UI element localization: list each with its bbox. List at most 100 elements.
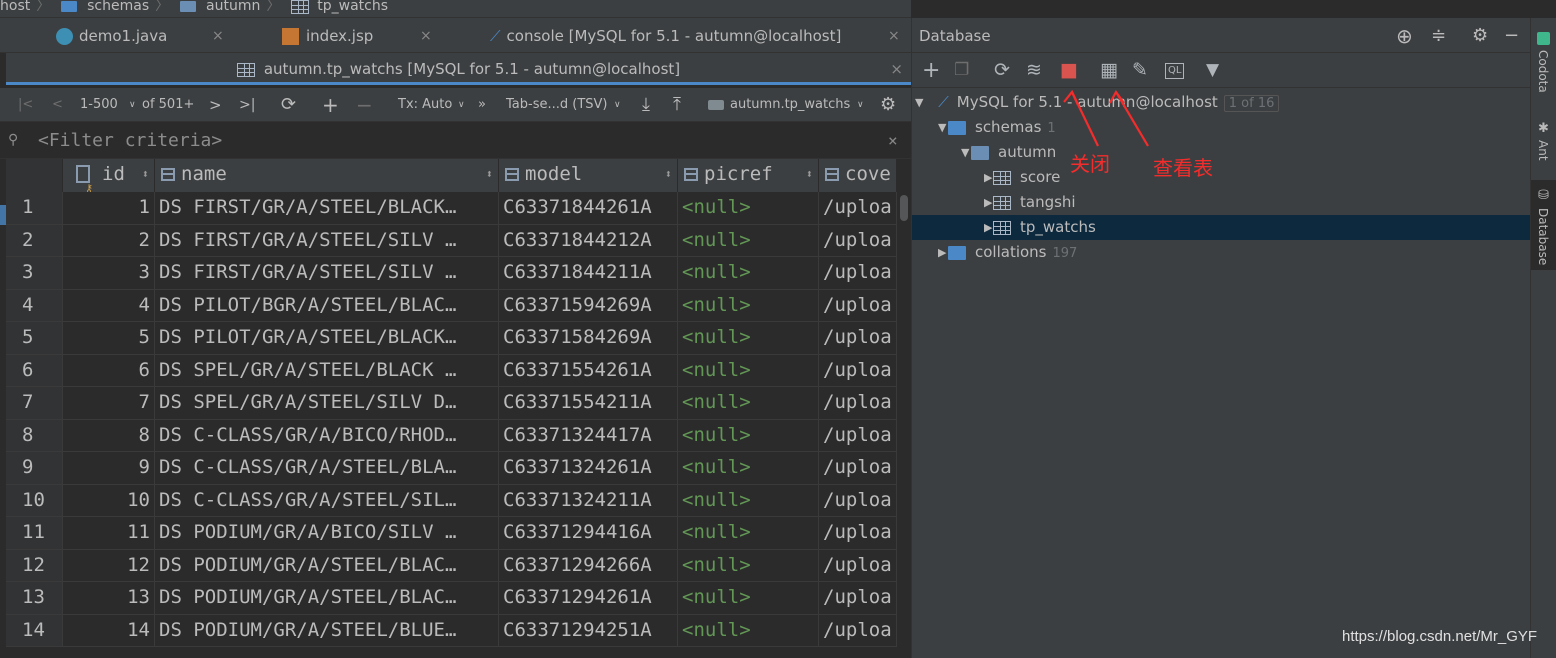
cell-name[interactable]: DS C-CLASS/GR/A/STEEL/BLA…	[155, 452, 499, 485]
cell-cover[interactable]: /uploa	[819, 582, 897, 615]
cell-id[interactable]: 12	[63, 549, 155, 582]
breadcrumb-autumn[interactable]: autumn	[206, 0, 260, 13]
table-row[interactable]: 4 4 DS PILOT/BGR/A/STEEL/BLAC… C63371594269…	[6, 289, 897, 322]
table-row[interactable]: 1 1 DS FIRST/GR/A/STEEL/BLACK… C63371844261…	[6, 192, 897, 225]
cell-cover[interactable]: /uploa	[819, 192, 897, 225]
download-icon[interactable]: ⤓	[642, 88, 650, 122]
row-number[interactable]: 1	[6, 192, 63, 225]
tree-node-collations[interactable]: ▶ collations 197	[938, 240, 1077, 265]
cell-model[interactable]: C63371324211A	[499, 484, 678, 517]
cell-model[interactable]: C63371294266A	[499, 549, 678, 582]
add-icon[interactable]: +	[922, 53, 940, 88]
table-row[interactable]: 8 8 DS C-CLASS/GR/A/BICO/RHOD… C63371324417…	[6, 419, 897, 452]
row-number[interactable]: 10	[6, 484, 63, 517]
column-header-model[interactable]: model ⬍	[499, 159, 678, 192]
hide-icon[interactable]: −	[1504, 18, 1519, 54]
breadcrumb-schemas[interactable]: schemas	[87, 0, 149, 13]
more-icon[interactable]: »	[478, 88, 486, 122]
cell-id[interactable]: 7	[63, 387, 155, 420]
expand-icon[interactable]: ▶	[938, 240, 946, 265]
cell-name[interactable]: DS PODIUM/GR/A/STEEL/BLAC…	[155, 582, 499, 615]
table-source-select[interactable]: autumn.tp_watchs	[730, 88, 850, 122]
close-icon[interactable]: ×	[890, 53, 903, 85]
stop-icon[interactable]: ■	[1060, 53, 1078, 88]
table-row[interactable]: 5 5 DS PILOT/GR/A/STEEL/BLACK… C63371584269…	[6, 322, 897, 355]
sort-icon[interactable]: ⬍	[142, 159, 149, 189]
cell-cover[interactable]: /uploa	[819, 517, 897, 550]
close-icon[interactable]: ×	[420, 18, 432, 54]
gear-icon[interactable]: ⚙	[880, 88, 896, 122]
cell-name[interactable]: DS SPEL/GR/A/STEEL/BLACK …	[155, 354, 499, 387]
filter-icon[interactable]: ▼	[1206, 53, 1219, 88]
row-number[interactable]: 3	[6, 257, 63, 290]
table-row[interactable]: 12 12 DS PODIUM/GR/A/STEEL/BLAC… C633712942…	[6, 549, 897, 582]
cell-cover[interactable]: /uploa	[819, 289, 897, 322]
cell-model[interactable]: C63371294261A	[499, 582, 678, 615]
first-page-button[interactable]: |<	[18, 88, 33, 122]
cell-cover[interactable]: /uploa	[819, 257, 897, 290]
cell-id[interactable]: 9	[63, 452, 155, 485]
table-row[interactable]: 10 10 DS C-CLASS/GR/A/STEEL/SIL… C633713242…	[6, 484, 897, 517]
cell-picref[interactable]: <null>	[678, 452, 819, 485]
column-header-cover[interactable]: cove	[819, 159, 897, 192]
cell-id[interactable]: 8	[63, 419, 155, 452]
filter-input[interactable]: <Filter criteria>	[38, 122, 222, 159]
gear-icon[interactable]: ⚙	[1472, 18, 1488, 54]
table-row[interactable]: 9 9 DS C-CLASS/GR/A/STEEL/BLA… C63371324261…	[6, 452, 897, 485]
cell-name[interactable]: DS SPEL/GR/A/STEEL/SILV D…	[155, 387, 499, 420]
cell-name[interactable]: DS FIRST/GR/A/STEEL/SILV …	[155, 257, 499, 290]
chevron-down-icon[interactable]: ∨	[857, 88, 864, 122]
cell-picref[interactable]: <null>	[678, 387, 819, 420]
cell-picref[interactable]: <null>	[678, 582, 819, 615]
page-range[interactable]: 1-500	[80, 88, 118, 122]
cell-name[interactable]: DS PILOT/GR/A/STEEL/BLACK…	[155, 322, 499, 355]
cell-picref[interactable]: <null>	[678, 517, 819, 550]
cell-name[interactable]: DS C-CLASS/GR/A/BICO/RHOD…	[155, 419, 499, 452]
scrollbar-thumb[interactable]	[900, 195, 908, 221]
refresh-icon[interactable]: ⟳	[281, 88, 296, 122]
cell-model[interactable]: C63371324417A	[499, 419, 678, 452]
column-header-picref[interactable]: picref ⬍	[678, 159, 819, 192]
row-number[interactable]: 4	[6, 289, 63, 322]
vertical-scrollbar[interactable]	[897, 159, 911, 658]
table-row[interactable]: 7 7 DS SPEL/GR/A/STEEL/SILV D… C63371554211…	[6, 387, 897, 420]
row-number[interactable]: 8	[6, 419, 63, 452]
upload-icon[interactable]: ⤒	[673, 88, 681, 122]
cell-picref[interactable]: <null>	[678, 354, 819, 387]
cell-model[interactable]: C63371294416A	[499, 517, 678, 550]
cell-model[interactable]: C63371844211A	[499, 257, 678, 290]
cell-model[interactable]: C63371324261A	[499, 452, 678, 485]
cell-cover[interactable]: /uploa	[819, 419, 897, 452]
row-number[interactable]: 11	[6, 517, 63, 550]
tab-tp-watchs[interactable]: autumn.tp_watchs [MySQL for 5.1 - autumn…	[6, 53, 911, 85]
expand-icon[interactable]: ▶	[984, 215, 992, 240]
cell-id[interactable]: 13	[63, 582, 155, 615]
cell-picref[interactable]: <null>	[678, 549, 819, 582]
row-number[interactable]: 5	[6, 322, 63, 355]
cell-model[interactable]: C63371844261A	[499, 192, 678, 225]
table-row[interactable]: 11 11 DS PODIUM/GR/A/BICO/SILV … C633712944…	[6, 517, 897, 550]
cell-id[interactable]: 14	[63, 614, 155, 647]
close-icon[interactable]: ×	[888, 122, 898, 159]
table-row[interactable]: 3 3 DS FIRST/GR/A/STEEL/SILV … C63371844211…	[6, 257, 897, 290]
cell-picref[interactable]: <null>	[678, 257, 819, 290]
row-number[interactable]: 9	[6, 452, 63, 485]
cell-picref[interactable]: <null>	[678, 614, 819, 647]
tree-node-tp-watchs[interactable]: ▶ tp_watchs	[984, 215, 1096, 240]
cell-model[interactable]: C63371844212A	[499, 224, 678, 257]
row-number[interactable]: 6	[6, 354, 63, 387]
cell-id[interactable]: 2	[63, 224, 155, 257]
console-icon[interactable]: QL	[1165, 63, 1185, 79]
cell-id[interactable]: 10	[63, 484, 155, 517]
tab-index-jsp[interactable]: index.jsp ×	[282, 18, 440, 53]
cell-model[interactable]: C63371294251A	[499, 614, 678, 647]
row-number[interactable]: 12	[6, 549, 63, 582]
cell-picref[interactable]: <null>	[678, 419, 819, 452]
cell-cover[interactable]: /uploa	[819, 387, 897, 420]
close-icon[interactable]: ×	[888, 18, 900, 54]
tab-demo1-java[interactable]: demo1.java ×	[56, 18, 231, 53]
cell-picref[interactable]: <null>	[678, 192, 819, 225]
chevron-down-icon[interactable]: ∨	[614, 88, 621, 122]
cell-cover[interactable]: /uploa	[819, 322, 897, 355]
cell-name[interactable]: DS PODIUM/GR/A/STEEL/BLUE…	[155, 614, 499, 647]
